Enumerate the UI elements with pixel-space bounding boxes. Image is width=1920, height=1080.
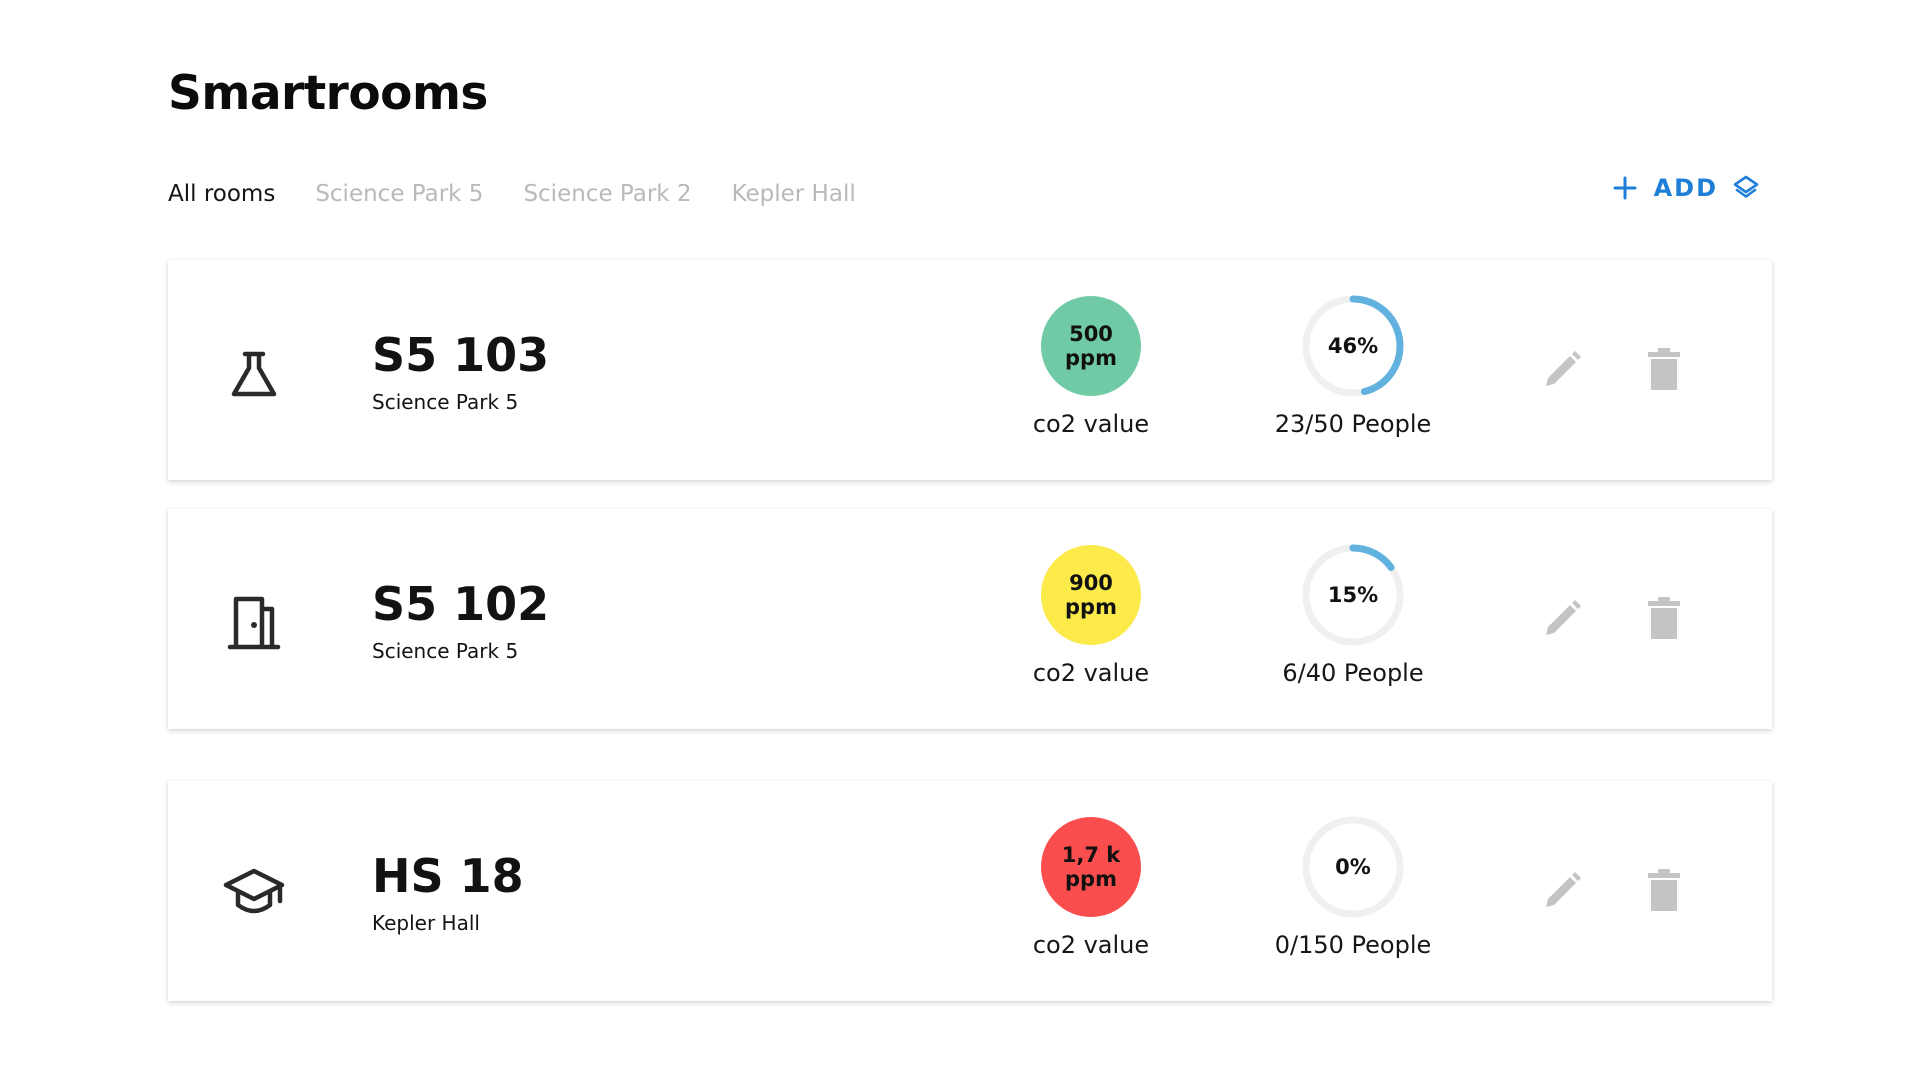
co2-unit: ppm: [1065, 867, 1117, 891]
co2-unit: ppm: [1065, 595, 1117, 619]
flask-icon: [231, 351, 277, 397]
co2-label: co2 value: [1032, 659, 1150, 687]
co2-value: 500: [1069, 322, 1113, 346]
room-card[interactable]: HS 18 Kepler Hall 1,7 k ppm co2 value 0%…: [168, 781, 1772, 1001]
co2-unit: ppm: [1065, 346, 1117, 370]
room-name: S5 103: [372, 328, 550, 382]
co2-badge: 900 ppm: [1041, 545, 1141, 645]
occupancy-percent: 0%: [1335, 855, 1371, 879]
add-label: ADD: [1653, 174, 1718, 202]
tab-science-park-5[interactable]: Science Park 5: [315, 181, 483, 207]
occupancy-indicator: 0% 0/150 People: [1238, 813, 1468, 959]
pencil-icon: [1546, 872, 1581, 907]
co2-badge: 1,7 k ppm: [1041, 817, 1141, 917]
co2-indicator: 500 ppm co2 value: [1016, 296, 1166, 438]
room-name: S5 102: [372, 577, 550, 631]
tab-all-rooms[interactable]: All rooms: [168, 181, 275, 207]
edit-button[interactable]: [1540, 348, 1584, 392]
occupancy-label: 23/50 People: [1274, 410, 1432, 438]
occupancy-percent: 46%: [1327, 334, 1379, 358]
page-title: Smartrooms: [168, 66, 488, 121]
room-card[interactable]: S5 102 Science Park 5 900 ppm co2 value …: [168, 509, 1772, 729]
occupancy-indicator: 46% 23/50 People: [1238, 292, 1468, 438]
co2-indicator: 1,7 k ppm co2 value: [1016, 817, 1166, 959]
tab-kepler-hall[interactable]: Kepler Hall: [732, 181, 856, 207]
graduation-cap-icon: [223, 868, 285, 914]
room-filter-tabs: All rooms Science Park 5 Science Park 2 …: [168, 176, 896, 212]
room-card[interactable]: S5 103 Science Park 5 500 ppm co2 value …: [168, 260, 1772, 480]
room-location: Kepler Hall: [372, 911, 480, 935]
tab-science-park-2[interactable]: Science Park 2: [523, 181, 691, 207]
room-location: Science Park 5: [372, 639, 519, 663]
trash-icon: [1648, 348, 1680, 390]
delete-button[interactable]: [1646, 867, 1682, 913]
room-name: HS 18: [372, 849, 524, 903]
layers-icon: [1733, 175, 1759, 198]
co2-label: co2 value: [1032, 931, 1150, 959]
room-location: Science Park 5: [372, 390, 519, 414]
occupancy-label: 6/40 People: [1282, 659, 1424, 687]
pencil-icon: [1546, 351, 1581, 386]
pencil-icon: [1546, 600, 1581, 635]
delete-button[interactable]: [1646, 346, 1682, 392]
edit-button[interactable]: [1540, 869, 1584, 913]
occupancy-gauge: 15%: [1299, 541, 1407, 649]
add-button[interactable]: ADD: [1612, 174, 1760, 202]
door-icon: [227, 596, 281, 650]
occupancy-label: 0/150 People: [1274, 931, 1432, 959]
trash-icon: [1648, 597, 1680, 639]
co2-badge: 500 ppm: [1041, 296, 1141, 396]
delete-button[interactable]: [1646, 595, 1682, 641]
occupancy-gauge: 46%: [1299, 292, 1407, 400]
plus-icon: [1613, 176, 1637, 200]
co2-label: co2 value: [1032, 410, 1150, 438]
trash-icon: [1648, 869, 1680, 911]
co2-indicator: 900 ppm co2 value: [1016, 545, 1166, 687]
co2-value: 1,7 k: [1061, 843, 1121, 867]
occupancy-gauge: 0%: [1299, 813, 1407, 921]
co2-value: 900: [1069, 571, 1113, 595]
occupancy-percent: 15%: [1327, 583, 1379, 607]
occupancy-indicator: 15% 6/40 People: [1238, 541, 1468, 687]
edit-button[interactable]: [1540, 597, 1584, 641]
